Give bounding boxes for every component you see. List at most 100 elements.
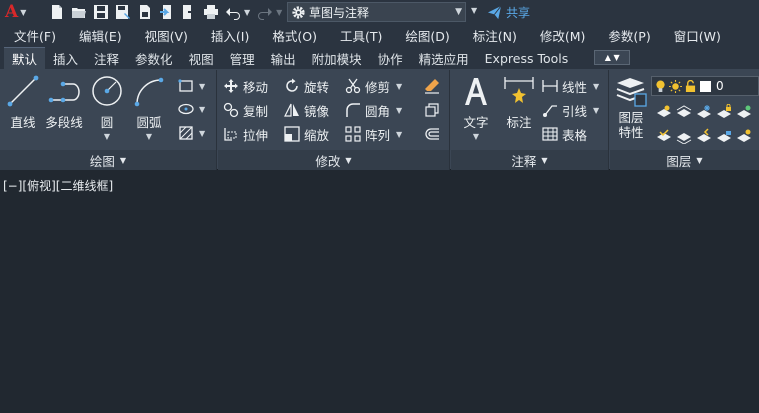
tab-featured-apps[interactable]: 精选应用	[411, 47, 477, 69]
mirror-button[interactable]: 镜像	[284, 99, 329, 121]
tab-parametric[interactable]: 参数化	[127, 47, 181, 69]
tab-annotate[interactable]: 注释	[86, 47, 127, 69]
rotate-button[interactable]: 旋转	[284, 75, 329, 97]
publish-button[interactable]	[134, 1, 156, 23]
workspace-selector[interactable]: 草图与注释 ▼	[287, 2, 466, 22]
layer-freeze-button[interactable]	[694, 102, 714, 122]
layer-thaw-button[interactable]	[734, 126, 754, 146]
save-button[interactable]	[90, 1, 112, 23]
polyline-button[interactable]: 多段线	[44, 74, 84, 148]
trim-button[interactable]: 修剪 ▼	[345, 75, 402, 97]
leader-button[interactable]: 引线 ▼	[542, 99, 599, 121]
linear-dimension-button[interactable]: 线性 ▼	[542, 75, 599, 97]
text-button[interactable]: 文字 ▼	[455, 74, 497, 148]
chevron-down-icon[interactable]: ▼	[104, 132, 110, 141]
offset-button[interactable]	[422, 124, 442, 144]
chevron-down-icon[interactable]: ▼	[146, 132, 152, 141]
chevron-down-icon: ▼	[345, 155, 352, 165]
tab-output[interactable]: 输出	[263, 47, 304, 69]
layer-properties-button[interactable]: 图层 特性	[612, 74, 650, 148]
redo-icon	[258, 8, 273, 20]
layer-previous-button[interactable]	[694, 126, 714, 146]
menu-edit[interactable]: 编辑(E)	[79, 26, 122, 45]
menu-insert[interactable]: 插入(I)	[211, 26, 249, 45]
menu-parametric[interactable]: 参数(P)	[608, 26, 650, 45]
layer-walk-button[interactable]	[734, 102, 754, 122]
menu-window[interactable]: 窗口(W)	[674, 26, 721, 45]
chevron-down-icon[interactable]: ▼	[276, 8, 282, 17]
table-button[interactable]: 表格	[542, 123, 587, 145]
rectangle-button[interactable]	[176, 76, 196, 96]
chevron-down-icon[interactable]: ▼	[396, 106, 402, 115]
layer-dropdown[interactable]: 0	[651, 76, 759, 96]
undo-button[interactable]	[222, 1, 244, 23]
layer-unlock-button[interactable]	[714, 126, 734, 146]
layer-lock-button[interactable]	[714, 102, 734, 122]
chevron-down-icon[interactable]: ▼	[199, 105, 205, 114]
new-file-button[interactable]	[46, 1, 68, 23]
menu-dimension[interactable]: 标注(N)	[473, 26, 517, 45]
panel-annotation-title[interactable]: 注释 ▼	[451, 150, 608, 170]
fillet-button[interactable]: 圆角 ▼	[345, 99, 402, 121]
fillet-label: 圆角	[365, 103, 391, 119]
tab-insert[interactable]: 插入	[45, 47, 86, 69]
chevron-down-icon[interactable]: ▼	[593, 106, 599, 115]
scale-label: 缩放	[304, 127, 330, 143]
menu-draw[interactable]: 绘图(D)	[405, 26, 449, 45]
layer-isolate-button[interactable]	[674, 102, 694, 122]
circle-button[interactable]: 圆 ▼	[87, 74, 127, 148]
move-button[interactable]: 移动	[223, 75, 268, 97]
tab-manage[interactable]: 管理	[222, 47, 263, 69]
menu-view[interactable]: 视图(V)	[145, 26, 188, 45]
ellipse-button[interactable]	[176, 99, 196, 119]
chevron-down-icon[interactable]: ▼	[199, 82, 205, 91]
layer-lock-icon	[717, 104, 731, 118]
layer-match-button[interactable]	[674, 126, 694, 146]
customize-arrow-icon[interactable]: ▼	[471, 6, 477, 15]
tab-view[interactable]: 视图	[181, 47, 222, 69]
export-button[interactable]	[178, 1, 200, 23]
dimension-button[interactable]: 标注	[498, 74, 540, 148]
viewport-controls[interactable]: [−][俯视][二维线框]	[3, 177, 113, 194]
redo-button[interactable]	[254, 1, 276, 23]
leader-icon	[543, 105, 557, 117]
make-current-button[interactable]	[654, 126, 674, 146]
array-button[interactable]: 阵列 ▼	[345, 123, 402, 145]
chevron-down-icon[interactable]: ▼	[396, 82, 402, 91]
tab-express-tools[interactable]: Express Tools	[477, 47, 577, 69]
chevron-down-icon[interactable]: ▼	[473, 132, 479, 141]
menu-file[interactable]: 文件(F)	[14, 26, 56, 45]
app-menu-button[interactable]: A ▼	[0, 0, 30, 24]
drawing-viewport[interactable]: [−][俯视][二维线框]	[0, 171, 759, 413]
chevron-down-icon[interactable]: ▼	[396, 130, 402, 139]
mirror-label: 镜像	[304, 103, 330, 119]
import-button[interactable]	[156, 1, 178, 23]
share-button[interactable]: 共享	[487, 2, 530, 22]
line-button[interactable]: 直线	[3, 74, 43, 148]
menu-tools[interactable]: 工具(T)	[340, 26, 382, 45]
chevron-down-icon[interactable]: ▼	[593, 82, 599, 91]
tab-addins[interactable]: 附加模块	[304, 47, 370, 69]
stretch-icon	[224, 128, 237, 141]
stretch-button[interactable]: 拉伸	[223, 123, 268, 145]
tab-collaborate[interactable]: 协作	[370, 47, 411, 69]
layer-off-button[interactable]	[654, 102, 674, 122]
arc-button[interactable]: 圆弧 ▼	[129, 74, 169, 148]
chevron-down-icon[interactable]: ▼	[199, 129, 205, 138]
menu-format[interactable]: 格式(O)	[272, 26, 317, 45]
tab-home[interactable]: 默认	[4, 47, 46, 69]
chevron-down-icon[interactable]: ▼	[244, 8, 250, 17]
ribbon-minimize-button[interactable]: ▲ ▼	[594, 50, 631, 65]
save-as-button[interactable]	[112, 1, 134, 23]
panel-modify-title[interactable]: 修改 ▼	[218, 150, 449, 170]
hatch-button[interactable]	[176, 123, 196, 143]
erase-button[interactable]	[422, 76, 442, 96]
panel-draw-title[interactable]: 绘图 ▼	[0, 150, 216, 170]
scale-button[interactable]: 缩放	[284, 123, 329, 145]
menu-modify[interactable]: 修改(M)	[540, 26, 586, 45]
print-button[interactable]	[200, 1, 222, 23]
open-button[interactable]	[68, 1, 90, 23]
explode-button[interactable]	[422, 100, 442, 120]
copy-button[interactable]: 复制	[223, 99, 268, 121]
panel-layers-title[interactable]: 图层 ▼	[610, 150, 759, 170]
